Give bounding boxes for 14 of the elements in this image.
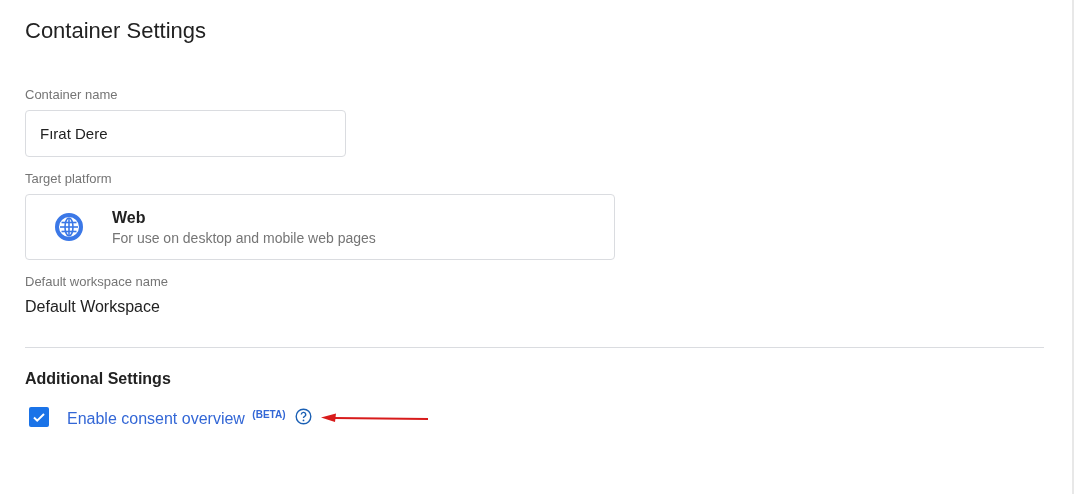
platform-card[interactable]: Web For use on desktop and mobile web pages <box>25 194 615 260</box>
globe-icon <box>54 212 84 242</box>
help-icon[interactable] <box>295 408 313 426</box>
checkbox[interactable] <box>29 406 49 427</box>
section-heading: Additional Settings <box>25 370 171 388</box>
field-label: Container name <box>25 87 118 102</box>
platform-description: For use on desktop and mobile web pages <box>112 229 376 246</box>
field-label: Target platform <box>25 171 112 186</box>
page-title: Container Settings <box>25 18 206 44</box>
field-label: Default workspace name <box>25 274 169 289</box>
workspace-name: Default Workspace <box>25 298 160 316</box>
platform-name: Web <box>112 208 147 227</box>
input-field[interactable]: Fırat Dere <box>25 110 346 157</box>
checkbox-label[interactable]: Enable consent overview $^{(BETA)}$ <box>67 405 286 429</box>
